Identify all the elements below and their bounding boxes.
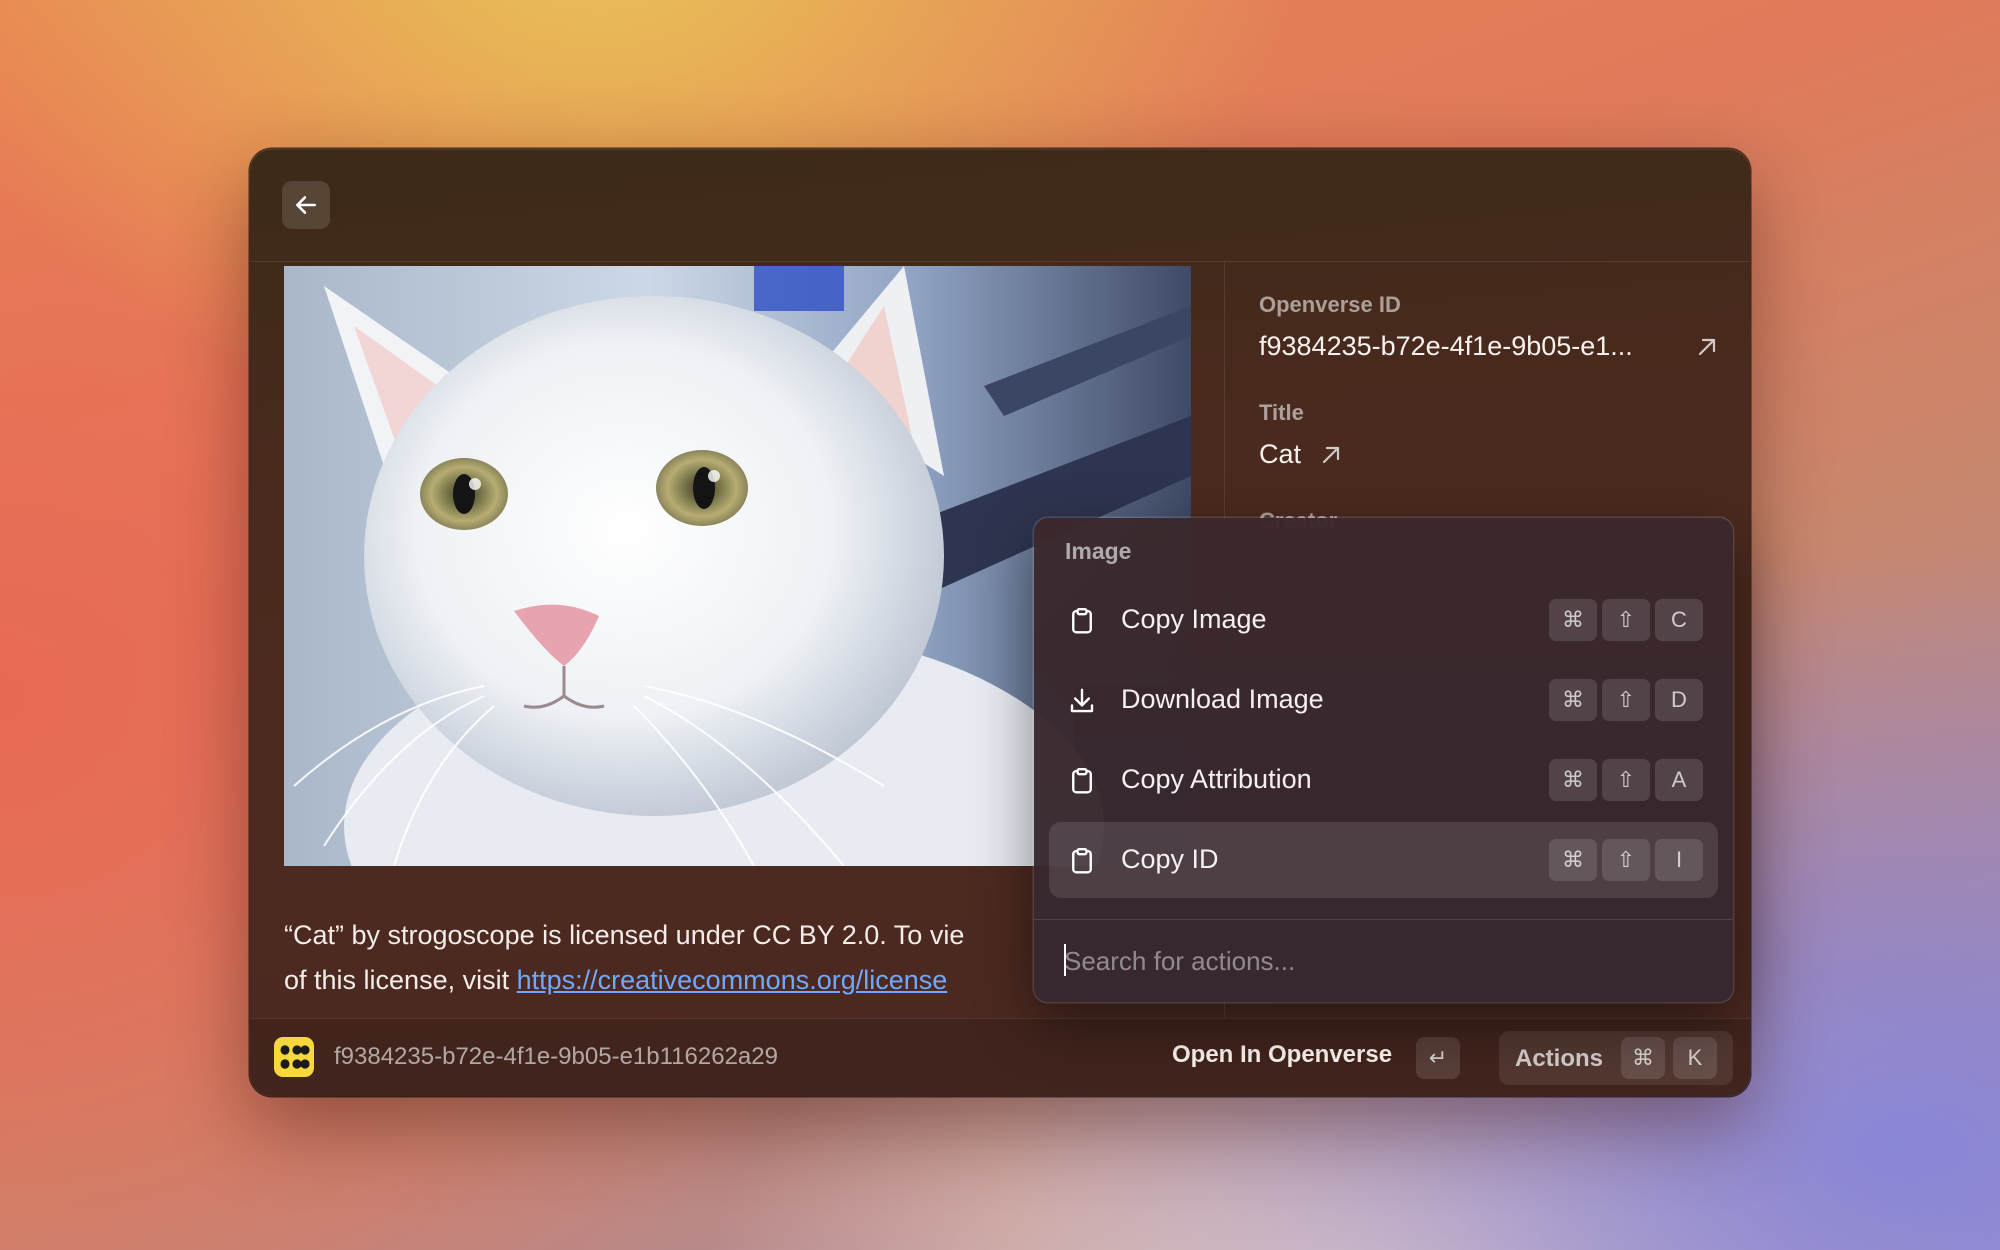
actions-label: Actions [1515, 1045, 1604, 1072]
divider [1034, 919, 1733, 920]
action-label: Copy ID [1121, 844, 1219, 874]
shortcut-key: C [1655, 599, 1703, 641]
openverse-id-label: Openverse ID [1259, 292, 1401, 317]
clipboard-icon [1072, 607, 1092, 634]
shortcut-key: ⇧ [1602, 759, 1650, 801]
top-bar [250, 149, 1750, 262]
license-link[interactable]: https://creativecommons.org/license [517, 965, 948, 995]
shortcut-key: ⇧ [1602, 599, 1650, 641]
shortcut-key: ⌘ [1549, 599, 1597, 641]
back-button[interactable] [282, 181, 330, 229]
openverse-id-value[interactable]: f9384235-b72e-4f1e-9b05-e1... [1259, 331, 1719, 362]
shortcut-key: D [1655, 679, 1703, 721]
search-actions-input[interactable] [1064, 938, 1704, 984]
action-label: Download Image [1121, 684, 1324, 714]
openverse-logo-icon [274, 1037, 314, 1077]
section-title-image: Image [1065, 538, 1132, 564]
command-key-badge: ⌘ [1621, 1037, 1665, 1079]
external-link-icon[interactable] [1319, 443, 1343, 467]
enter-key-badge: ↵ [1416, 1037, 1460, 1079]
action-copy-id[interactable]: Copy ID ⌘ ⇧ I [1049, 822, 1718, 898]
action-label: Copy Image [1121, 604, 1267, 634]
action-download-image[interactable]: Download Image ⌘ ⇧ D [1049, 662, 1718, 738]
openverse-id-text: f9384235-b72e-4f1e-9b05-e1... [1259, 331, 1633, 361]
shortcut-key: A [1655, 759, 1703, 801]
clipboard-icon [1072, 767, 1092, 794]
shortcut-key: ⌘ [1549, 679, 1597, 721]
shortcut-key: ⌘ [1549, 839, 1597, 881]
title-value[interactable]: Cat [1259, 439, 1343, 470]
shortcut-key: ⌘ [1549, 759, 1597, 801]
k-key-badge: K [1673, 1037, 1717, 1079]
title-label: Title [1259, 400, 1304, 425]
open-in-openverse-button[interactable]: Open In Openverse [1172, 1041, 1392, 1069]
title-text: Cat [1259, 439, 1302, 469]
arrow-left-icon [296, 196, 316, 214]
bottom-bar: f9384235-b72e-4f1e-9b05-e1b116262a29 Ope… [250, 1018, 1750, 1096]
actions-button[interactable]: Actions ⌘ K [1499, 1031, 1733, 1085]
action-copy-image[interactable]: Copy Image ⌘ ⇧ C [1049, 582, 1718, 658]
footer-image-id: f9384235-b72e-4f1e-9b05-e1b116262a29 [334, 1043, 778, 1070]
text-caret [1064, 944, 1066, 976]
download-icon [1070, 688, 1094, 713]
license-line-2-prefix: of this license, visit [284, 965, 517, 995]
shortcut-key: I [1655, 839, 1703, 881]
action-panel: Image Copy Image ⌘ ⇧ C Download Image ⌘ … [1034, 518, 1733, 1002]
clipboard-icon [1072, 847, 1092, 874]
action-label: Copy Attribution [1121, 764, 1312, 794]
external-link-icon[interactable] [1695, 335, 1719, 359]
shortcut-key: ⇧ [1602, 839, 1650, 881]
shortcut-key: ⇧ [1602, 679, 1650, 721]
action-copy-attribution[interactable]: Copy Attribution ⌘ ⇧ A [1049, 742, 1718, 818]
